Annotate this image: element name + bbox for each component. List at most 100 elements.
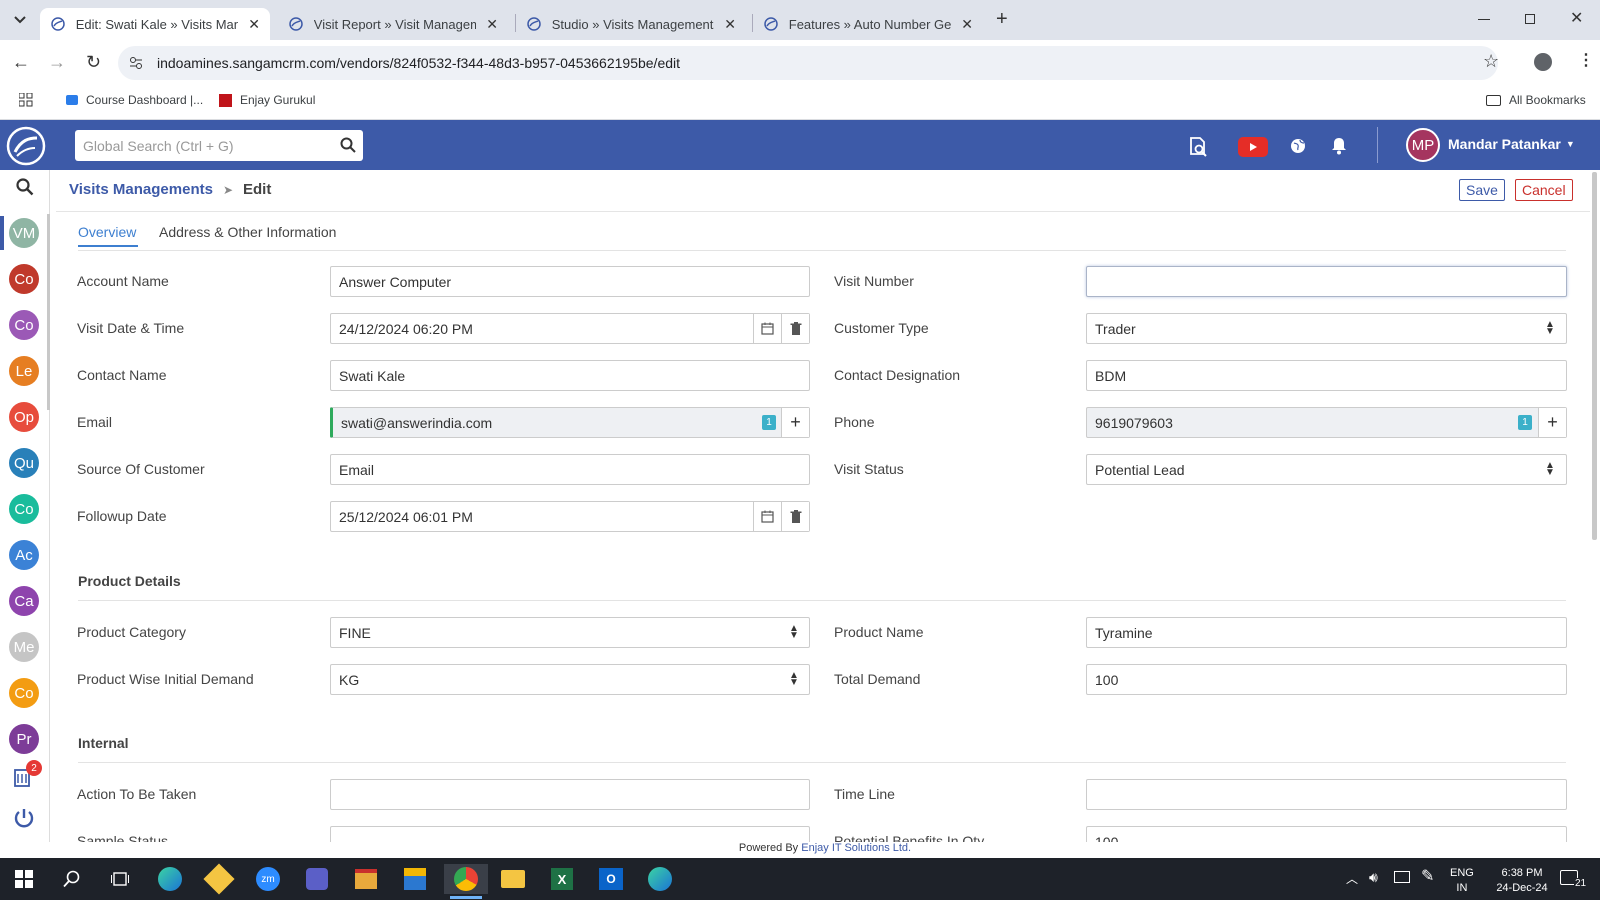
calendar-icon[interactable] — [753, 314, 781, 343]
sidebar-module-ca-8[interactable]: Ca — [9, 586, 39, 616]
browser-tab-active[interactable]: Edit: Swati Kale » Visits Manage ✕ — [40, 8, 270, 40]
taskbar-app-icon[interactable] — [203, 863, 235, 895]
product-name-input[interactable]: Tyramine — [1086, 617, 1567, 648]
user-menu[interactable]: Mandar Patankar ▼ — [1448, 136, 1575, 152]
zoom-icon[interactable]: zm — [253, 864, 283, 894]
timeline-input[interactable] — [1086, 779, 1567, 810]
sidebar-module-ac-7[interactable]: Ac — [9, 540, 39, 570]
app-logo[interactable] — [5, 125, 47, 170]
action-input[interactable] — [330, 779, 810, 810]
breadcrumb-module-link[interactable]: Visits Managements — [69, 181, 213, 198]
task-view-icon[interactable] — [105, 864, 135, 894]
edge-icon[interactable] — [645, 864, 675, 894]
global-search-input[interactable] — [75, 130, 363, 161]
forward-icon[interactable]: → — [48, 52, 66, 73]
account-name-input[interactable]: Answer Computer — [330, 266, 810, 297]
sample-status-input[interactable] — [330, 826, 810, 842]
volume-icon[interactable]: 🔊︎ — [1369, 869, 1378, 886]
url-text[interactable]: indoamines.sangamcrm.com/vendors/824f053… — [157, 55, 680, 71]
globe-icon[interactable] — [1290, 138, 1306, 157]
save-button[interactable]: Save — [1459, 179, 1505, 201]
footer-company-link[interactable]: Enjay IT Solutions Ltd. — [801, 842, 911, 854]
taskbar-search-icon[interactable] — [57, 864, 87, 894]
visit-datetime-input[interactable]: 24/12/2024 06:20 PM — [330, 313, 810, 344]
minimize-icon[interactable] — [1478, 19, 1490, 20]
file-explorer-icon[interactable] — [498, 864, 528, 894]
close-window-icon[interactable]: ✕ — [1570, 8, 1583, 28]
sidebar-module-op-4[interactable]: Op — [9, 402, 39, 432]
sidebar-scrollbar[interactable] — [47, 214, 50, 410]
add-email-button[interactable]: + — [781, 408, 809, 437]
close-tab-icon[interactable]: ✕ — [486, 16, 498, 33]
page-scrollbar[interactable] — [1592, 172, 1597, 540]
sidebar-module-le-3[interactable]: Le — [9, 356, 39, 386]
browser-tab[interactable]: Visit Report » Visit Managemen ✕ — [278, 8, 508, 40]
sidebar-module-pr-11[interactable]: Pr — [9, 724, 39, 754]
followup-input[interactable]: 25/12/2024 06:01 PM — [330, 501, 810, 532]
visit-number-input[interactable] — [1086, 266, 1567, 297]
back-icon[interactable]: ← — [12, 52, 30, 73]
sidebar-module-me-9[interactable]: Me — [9, 632, 39, 662]
visit-status-select[interactable]: Potential Lead — [1086, 454, 1567, 485]
outlook-icon[interactable]: O — [596, 864, 626, 894]
bookmark-star-icon[interactable]: ☆ — [1483, 51, 1499, 72]
sidebar-module-co-6[interactable]: Co — [9, 494, 39, 524]
email-input[interactable]: swati@answerindia.com — [330, 407, 810, 438]
total-demand-input[interactable]: 100 — [1086, 664, 1567, 695]
search-icon[interactable] — [340, 137, 356, 156]
cancel-button[interactable]: Cancel — [1515, 179, 1573, 201]
clock[interactable]: 6:38 PM 24-Dec-24 — [1487, 866, 1557, 896]
sidebar-module-qu-5[interactable]: Qu — [9, 448, 39, 478]
tab-address-info[interactable]: Address & Other Information — [159, 224, 336, 240]
trash-icon[interactable] — [781, 502, 809, 531]
reload-icon[interactable]: ↻ — [86, 52, 101, 73]
network-icon[interactable] — [1394, 871, 1410, 883]
potential-benefits-input[interactable]: 100 — [1086, 826, 1567, 842]
add-phone-button[interactable]: + — [1538, 408, 1566, 437]
sidebar-module-co-2[interactable]: Co — [9, 310, 39, 340]
edge-icon[interactable] — [155, 864, 185, 894]
bookmark-course-dashboard[interactable]: Course Dashboard |... — [66, 93, 203, 107]
bell-icon[interactable] — [1331, 137, 1347, 158]
close-tab-icon[interactable]: ✕ — [961, 16, 973, 33]
tab-search-button[interactable] — [10, 10, 30, 30]
product-category-select[interactable]: FINE — [330, 617, 810, 648]
all-bookmarks[interactable]: All Bookmarks — [1486, 93, 1586, 107]
source-input[interactable]: Email — [330, 454, 810, 485]
apps-grid-icon[interactable] — [18, 92, 33, 110]
initial-demand-select[interactable]: KG — [330, 664, 810, 695]
user-avatar[interactable]: MP — [1406, 128, 1440, 162]
browser-tab[interactable]: Studio » Visits Managements Fi ✕ — [516, 8, 746, 40]
pen-icon[interactable]: ✎ — [1421, 866, 1434, 886]
phone-input[interactable]: 9619079603 — [1086, 407, 1567, 438]
calendar-icon[interactable] — [753, 502, 781, 531]
power-icon[interactable] — [13, 807, 35, 832]
sidebar-module-co-1[interactable]: Co — [9, 264, 39, 294]
site-info-icon[interactable] — [128, 55, 144, 74]
sidebar-search-icon[interactable] — [16, 178, 34, 199]
new-tab-icon[interactable]: + — [996, 8, 1008, 31]
restore-icon[interactable] — [1525, 14, 1535, 24]
contact-name-input[interactable]: Swati Kale — [330, 360, 810, 391]
taskbar-app-icon[interactable] — [351, 864, 381, 894]
language-indicator[interactable]: ENG IN — [1450, 866, 1474, 896]
bookmark-enjay-gurukul[interactable]: Enjay Gurukul — [219, 93, 315, 107]
show-hidden-icons[interactable]: ︿ — [1346, 870, 1358, 887]
excel-icon[interactable]: X — [547, 864, 577, 894]
customer-type-select[interactable]: Trader — [1086, 313, 1567, 344]
taskbar-app-icon[interactable] — [400, 864, 430, 894]
trash-icon[interactable] — [781, 314, 809, 343]
tab-overview[interactable]: Overview — [78, 224, 136, 240]
document-search-icon[interactable] — [1188, 137, 1208, 160]
browser-tab[interactable]: Features » Auto Number Gener ✕ — [753, 8, 983, 40]
close-tab-icon[interactable]: ✕ — [248, 16, 260, 33]
profile-icon[interactable] — [1534, 53, 1552, 71]
teams-icon[interactable] — [302, 864, 332, 894]
sidebar-module-vm-0[interactable]: VM — [9, 218, 39, 248]
windows-start-icon[interactable] — [9, 864, 39, 894]
chrome-icon[interactable] — [444, 864, 488, 894]
youtube-icon[interactable] — [1238, 137, 1268, 157]
close-tab-icon[interactable]: ✕ — [724, 16, 736, 33]
sidebar-module-co-10[interactable]: Co — [9, 678, 39, 708]
contact-designation-input[interactable]: BDM — [1086, 360, 1567, 391]
